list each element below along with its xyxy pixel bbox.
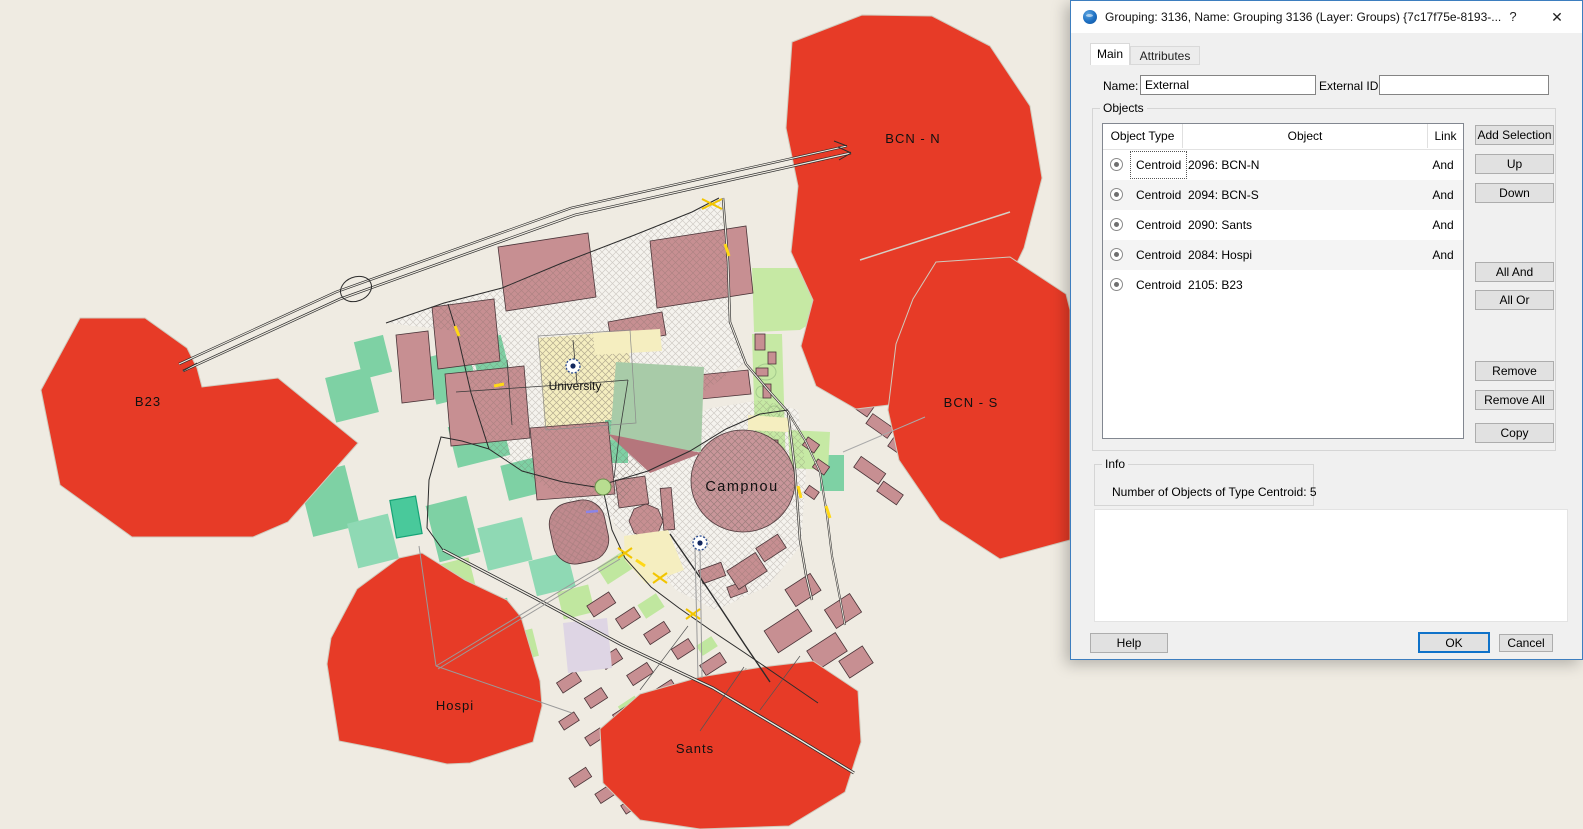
cell-object-type: Centroid (1131, 242, 1186, 268)
cell-object: 2090: Sants (1188, 210, 1252, 240)
remove-button[interactable]: Remove (1475, 361, 1554, 381)
cell-object-type: Centroid (1131, 152, 1186, 178)
objects-group-label: Objects (1100, 101, 1147, 115)
row-radio-icon[interactable] (1110, 218, 1123, 231)
tab-attributes[interactable]: Attributes (1130, 46, 1200, 65)
objects-table-header: Object Type Object Link (1103, 124, 1463, 150)
all-or-button[interactable]: All Or (1475, 290, 1554, 310)
info-group-label: Info (1102, 457, 1128, 471)
name-label: Name: (1103, 79, 1138, 93)
cell-object: 2096: BCN-N (1188, 150, 1259, 180)
table-row[interactable]: Centroid 2084: Hospi And (1103, 240, 1463, 270)
help-button[interactable]: Help (1090, 633, 1168, 653)
external-id-label: External ID: (1319, 79, 1382, 93)
university-centroid-icon[interactable] (566, 359, 580, 373)
cell-object: 2094: BCN-S (1188, 180, 1259, 210)
tab-main[interactable]: Main (1090, 43, 1130, 65)
campnou-centroid-icon[interactable] (693, 536, 707, 550)
cell-object-type: Centroid (1131, 212, 1186, 238)
grouping-dialog: Grouping: 3136, Name: Grouping 3136 (Lay… (1070, 0, 1583, 660)
row-radio-icon[interactable] (1110, 278, 1123, 291)
cell-object: 2105: B23 (1188, 270, 1243, 300)
row-radio-icon[interactable] (1110, 248, 1123, 261)
zone-label-hospi: Hospi (436, 698, 474, 713)
column-header-link[interactable]: Link (1428, 124, 1463, 148)
cell-object: 2084: Hospi (1188, 240, 1252, 270)
cell-link: And (1426, 150, 1460, 180)
column-header-object[interactable]: Object (1183, 124, 1428, 148)
application-window: BCN - N B23 BCN - S Hospi Sants Universi… (0, 0, 1583, 829)
close-icon[interactable]: ✕ (1540, 1, 1574, 33)
dialog-title: Grouping: 3136, Name: Grouping 3136 (Lay… (1105, 10, 1505, 24)
dialog-titlebar[interactable]: Grouping: 3136, Name: Grouping 3136 (Lay… (1071, 1, 1582, 33)
row-radio-icon[interactable] (1110, 158, 1123, 171)
cell-object-type: Centroid (1131, 182, 1186, 208)
map-viewport[interactable]: BCN - N B23 BCN - S Hospi Sants Universi… (0, 0, 1070, 829)
cancel-button[interactable]: Cancel (1499, 634, 1553, 652)
roundabout (595, 479, 611, 495)
name-input[interactable] (1140, 75, 1316, 95)
table-row[interactable]: Centroid 2094: BCN-S And (1103, 180, 1463, 210)
objects-table[interactable]: Object Type Object Link Centroid 2096: B… (1102, 123, 1464, 439)
remove-all-button[interactable]: Remove All (1475, 390, 1554, 410)
add-selection-button[interactable]: Add Selection (1475, 125, 1554, 145)
table-row[interactable]: Centroid 2090: Sants And (1103, 210, 1463, 240)
cell-link: And (1426, 180, 1460, 210)
empty-panel (1094, 509, 1568, 622)
zone-label-bcn-s: BCN - S (944, 395, 999, 410)
column-header-object-type[interactable]: Object Type (1103, 124, 1183, 148)
table-row[interactable]: Centroid 2105: B23 (1103, 270, 1463, 300)
up-button[interactable]: Up (1475, 154, 1554, 174)
table-row[interactable]: Centroid 2096: BCN-N And (1103, 150, 1463, 180)
ok-button[interactable]: OK (1418, 632, 1490, 653)
cell-link: And (1426, 240, 1460, 270)
info-text: Number of Objects of Type Centroid: 5 (1112, 485, 1317, 499)
zone-label-bcn-n: BCN - N (885, 131, 940, 146)
copy-button[interactable]: Copy (1475, 423, 1554, 443)
place-label-campnou: Campnou (705, 479, 778, 495)
external-id-input[interactable] (1379, 75, 1549, 95)
help-titlebar-button[interactable]: ? (1496, 1, 1530, 33)
row-radio-icon[interactable] (1110, 188, 1123, 201)
zone-label-sants: Sants (676, 741, 714, 756)
zone-label-b23: B23 (135, 394, 161, 409)
cell-link: And (1426, 210, 1460, 240)
info-groupbox: Info Number of Objects of Type Centroid:… (1094, 464, 1314, 506)
down-button[interactable]: Down (1475, 183, 1554, 203)
cell-object-type: Centroid (1131, 272, 1186, 298)
place-label-university: University (549, 379, 602, 393)
all-and-button[interactable]: All And (1475, 262, 1554, 282)
grouping-dialog-icon (1083, 10, 1097, 24)
